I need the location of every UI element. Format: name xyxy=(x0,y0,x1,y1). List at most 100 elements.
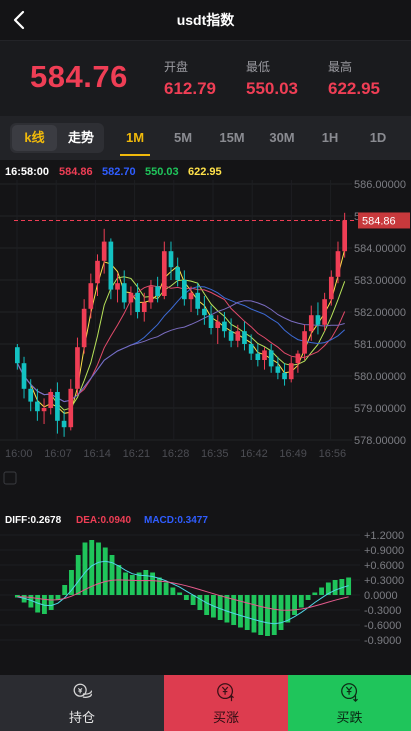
candle-body xyxy=(182,280,187,300)
top-bar: usdt指数 xyxy=(0,0,411,40)
open-stat: 开盘 612.79 xyxy=(164,58,216,99)
ma-line xyxy=(16,300,345,403)
high-value: 622.95 xyxy=(328,79,380,98)
candle-body xyxy=(21,363,27,389)
tab-kline[interactable]: k线 xyxy=(12,125,57,151)
macd-bar xyxy=(258,595,264,635)
candle-body xyxy=(262,350,267,360)
candle-body xyxy=(215,321,221,328)
candle-body xyxy=(61,420,67,428)
macd-bar xyxy=(96,542,101,595)
time-tick-label: 16:35 xyxy=(201,448,229,460)
macd-bar xyxy=(82,542,88,595)
macd-tick-label: +1.2000 xyxy=(364,530,404,542)
macd-tick-label: +0.6000 xyxy=(364,560,404,572)
low-value: 550.03 xyxy=(246,79,298,98)
coins-icon xyxy=(73,683,92,698)
candle-body xyxy=(75,347,80,389)
candle-body xyxy=(235,331,241,341)
macd-bar xyxy=(305,595,311,600)
legend-ma-d: 622.95 xyxy=(188,166,222,178)
low-stat: 最低 550.03 xyxy=(246,58,298,99)
tab-trend[interactable]: 走势 xyxy=(58,123,104,153)
candle-body xyxy=(208,315,214,328)
macd-bar xyxy=(197,595,203,610)
price-tick-label: 578.00000 xyxy=(354,435,406,447)
candle-body xyxy=(15,347,20,364)
time-tick-label: 16:42 xyxy=(240,448,268,460)
macd-bar xyxy=(238,595,243,628)
price-tick-label: 583.00000 xyxy=(354,275,406,287)
period-1d[interactable]: 1D xyxy=(360,116,396,160)
hold-label: 持仓 xyxy=(68,710,95,725)
kline-chart[interactable]: 16:58:00 584.86 582.70 550.03 622.95 586… xyxy=(0,160,411,675)
hold-button[interactable]: 持仓 xyxy=(0,675,164,731)
macd-tick-label: 0.0000 xyxy=(364,590,398,602)
price-tick-label: 580.00000 xyxy=(354,371,406,383)
candle-body xyxy=(275,366,281,373)
buy-down-button[interactable]: 买跌 xyxy=(288,675,411,731)
macd-bar xyxy=(244,595,250,630)
period-15m[interactable]: 15M xyxy=(212,116,252,160)
candle-body xyxy=(248,344,254,354)
macd-bar xyxy=(62,585,68,595)
macd-bar xyxy=(292,595,297,615)
macd-bar xyxy=(48,595,54,610)
macd-bar xyxy=(204,595,210,615)
period-5m[interactable]: 5M xyxy=(164,116,202,160)
candle-body xyxy=(68,388,74,428)
candle-body xyxy=(268,350,274,367)
macd-bar xyxy=(332,580,338,595)
open-label: 开盘 xyxy=(164,60,189,74)
chart-area[interactable]: 16:58:00 584.86 582.70 550.03 622.95 586… xyxy=(0,160,411,675)
high-label: 最高 xyxy=(328,60,353,74)
time-tick-label: 16:00 xyxy=(5,448,33,460)
price-tick-label: 582.00000 xyxy=(354,307,406,319)
candle-body xyxy=(101,241,107,261)
page-title: usdt指数 xyxy=(176,12,235,28)
candle-body xyxy=(202,308,207,316)
candle-body xyxy=(88,283,94,309)
candle-body xyxy=(242,331,247,344)
macd-bar xyxy=(143,570,149,595)
candle-body xyxy=(175,267,180,280)
macd-bar xyxy=(177,592,183,595)
macd-bar xyxy=(129,575,135,595)
ma-line xyxy=(16,276,346,411)
time-tick-label: 16:07 xyxy=(44,448,72,460)
yen-coin-down-icon xyxy=(340,683,358,703)
legend-ma-b: 582.70 xyxy=(102,166,136,178)
price-tick-label: 581.00000 xyxy=(354,339,406,351)
time-tick-label: 16:28 xyxy=(162,448,190,460)
candle-body xyxy=(308,315,314,332)
macd-bar xyxy=(251,595,257,633)
buy-up-label: 买涨 xyxy=(212,710,239,725)
indicator-toggle-icon[interactable] xyxy=(3,471,17,485)
period-1m[interactable]: 1M xyxy=(116,116,154,160)
macd-tick-label: -0.9000 xyxy=(364,635,401,647)
candle-body xyxy=(302,331,307,354)
price-tick-label: 579.00000 xyxy=(354,403,406,415)
candle-body xyxy=(195,292,201,309)
candle-body xyxy=(115,283,120,290)
candle-body xyxy=(255,353,261,360)
macd-bar xyxy=(278,595,284,630)
macd-bar xyxy=(102,547,108,595)
candle-body xyxy=(148,286,154,303)
candle-body xyxy=(342,220,347,252)
macd-value: MACD:0.3477 xyxy=(144,515,208,526)
period-1h[interactable]: 1H xyxy=(312,116,348,160)
macd-tick-label: +0.9000 xyxy=(364,545,404,557)
period-30m[interactable]: 30M xyxy=(262,116,302,160)
candle-body xyxy=(328,276,334,300)
buy-up-button[interactable]: 买涨 xyxy=(164,675,288,731)
candle-body xyxy=(155,286,160,296)
time-tick-label: 16:49 xyxy=(279,448,307,460)
time-tick-label: 16:56 xyxy=(319,448,347,460)
macd-bar xyxy=(319,587,325,595)
macd-bar xyxy=(224,595,230,623)
macd-bar xyxy=(183,595,189,600)
candle-body xyxy=(168,251,174,268)
candle-body xyxy=(188,292,194,300)
candle-body xyxy=(141,302,147,312)
